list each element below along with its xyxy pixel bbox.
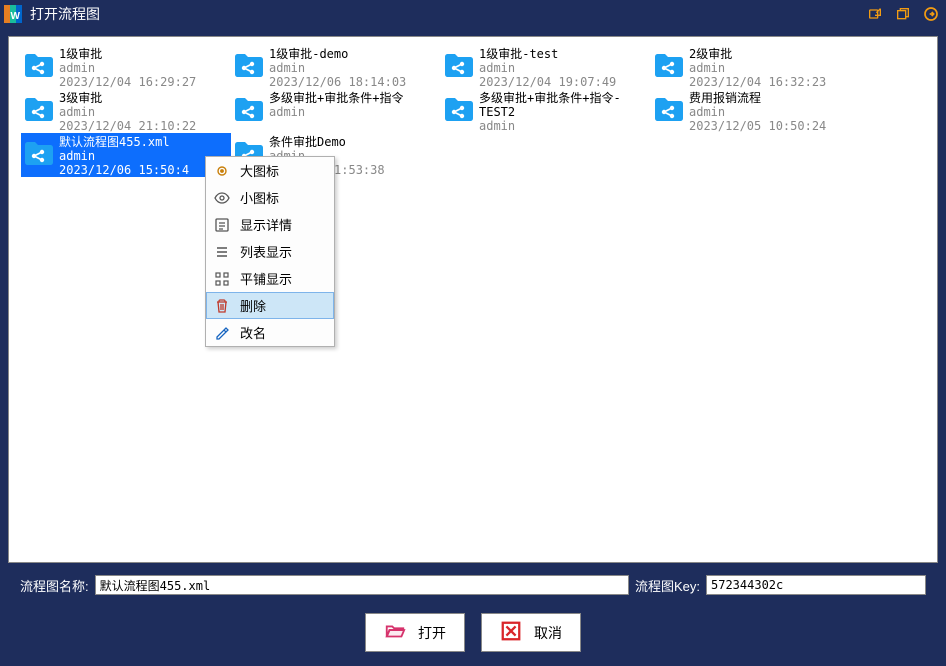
context-menu-item[interactable]: 显示详情: [206, 211, 334, 238]
file-date: 2023/12/06 18:14:03: [269, 75, 406, 89]
trash-icon: [214, 298, 230, 314]
file-grid: 1级审批admin2023/12/04 16:29:271级审批-demoadm…: [21, 45, 925, 177]
context-menu-label: 显示详情: [240, 215, 292, 234]
context-menu-label: 大图标: [240, 161, 279, 180]
file-date: 2023/12/04 16:32:23: [689, 75, 826, 89]
file-item[interactable]: 费用报销流程admin2023/12/05 10:50:24: [651, 89, 861, 133]
file-item[interactable]: 3级审批admin2023/12/04 21:10:22: [21, 89, 231, 133]
close-button[interactable]: [920, 3, 942, 25]
file-item[interactable]: 默认流程图455.xmladmin2023/12/06 15:50:4: [21, 133, 231, 177]
file-name: 默认流程图455.xml: [59, 135, 189, 149]
file-date: 2023/12/04 19:07:49: [479, 75, 616, 89]
file-name: 1级审批: [59, 47, 196, 61]
file-user: admin: [689, 61, 826, 75]
file-texts: 1级审批-demoadmin2023/12/06 18:14:03: [269, 47, 406, 89]
window-title: 打开流程图: [30, 4, 864, 24]
key-input[interactable]: [706, 575, 926, 595]
file-texts: 多级审批+审批条件+指令-TEST2admin: [479, 91, 649, 133]
context-menu-label: 列表显示: [240, 242, 292, 261]
context-menu-item[interactable]: 删除: [206, 292, 334, 319]
folder-share-icon: [653, 49, 685, 81]
file-user: admin: [479, 61, 616, 75]
file-item[interactable]: 1级审批-testadmin2023/12/04 19:07:49: [441, 45, 651, 89]
file-texts: 多级审批+审批条件+指令admin: [269, 91, 403, 119]
file-name: 1级审批-test: [479, 47, 616, 61]
file-texts: 默认流程图455.xmladmin2023/12/06 15:50:4: [59, 135, 189, 177]
window-controls: [864, 3, 942, 25]
folder-share-icon: [233, 49, 265, 81]
context-menu-label: 小图标: [240, 188, 279, 207]
tiles-icon: [214, 271, 230, 287]
file-user: admin: [479, 119, 649, 133]
file-texts: 费用报销流程admin2023/12/05 10:50:24: [689, 91, 826, 133]
cancel-icon: [500, 620, 522, 645]
context-menu-item[interactable]: 大图标: [206, 157, 334, 184]
folder-open-icon: [384, 620, 406, 645]
context-menu-item[interactable]: 列表显示: [206, 238, 334, 265]
file-name: 条件审批Demo: [269, 135, 385, 149]
folder-share-icon: [233, 93, 265, 125]
context-menu: 大图标小图标显示详情列表显示平铺显示删除改名: [205, 156, 335, 347]
name-label: 流程图名称:: [20, 576, 89, 595]
file-item[interactable]: 1级审批admin2023/12/04 16:29:27: [21, 45, 231, 89]
file-date: 2023/12/05 10:50:24: [689, 119, 826, 133]
folder-share-icon: [653, 93, 685, 125]
cancel-button[interactable]: 取消: [481, 613, 581, 652]
file-texts: 3级审批admin2023/12/04 21:10:22: [59, 91, 196, 133]
file-user: admin: [59, 149, 189, 163]
maximize-button[interactable]: [892, 3, 914, 25]
open-button-label: 打开: [418, 623, 446, 643]
eye-icon: [214, 190, 230, 206]
file-texts: 1级审批-testadmin2023/12/04 19:07:49: [479, 47, 616, 89]
file-user: admin: [689, 105, 826, 119]
details-icon: [214, 217, 230, 233]
file-list-area: 1级审批admin2023/12/04 16:29:271级审批-demoadm…: [8, 36, 938, 563]
file-name: 1级审批-demo: [269, 47, 406, 61]
file-user: admin: [269, 105, 403, 119]
minimize-button[interactable]: [864, 3, 886, 25]
file-item[interactable]: 多级审批+审批条件+指令-TEST2admin: [441, 89, 651, 133]
context-menu-label: 删除: [240, 296, 266, 315]
file-name: 3级审批: [59, 91, 196, 105]
cancel-button-label: 取消: [534, 623, 562, 643]
file-date: 2023/12/04 16:29:27: [59, 75, 196, 89]
app-logo: W: [4, 5, 22, 23]
file-texts: 1级审批admin2023/12/04 16:29:27: [59, 47, 196, 89]
titlebar: W 打开流程图: [0, 0, 946, 28]
fields-row: 流程图名称: 流程图Key:: [8, 571, 938, 603]
file-date: 2023/12/06 15:50:4: [59, 163, 189, 177]
file-item[interactable]: 1级审批-demoadmin2023/12/06 18:14:03: [231, 45, 441, 89]
file-item[interactable]: 多级审批+审批条件+指令admin: [231, 89, 441, 133]
context-menu-item[interactable]: 平铺显示: [206, 265, 334, 292]
open-button[interactable]: 打开: [365, 613, 465, 652]
folder-share-icon: [443, 93, 475, 125]
folder-share-icon: [23, 93, 55, 125]
file-name: 多级审批+审批条件+指令-TEST2: [479, 91, 649, 119]
large-icons-icon: [214, 163, 230, 179]
key-label: 流程图Key:: [635, 576, 700, 595]
file-user: admin: [59, 105, 196, 119]
action-buttons: 打开 取消: [8, 603, 938, 658]
file-date: 2023/12/04 21:10:22: [59, 119, 196, 133]
file-name: 多级审批+审批条件+指令: [269, 91, 403, 105]
context-menu-label: 平铺显示: [240, 269, 292, 288]
list-icon: [214, 244, 230, 260]
content-area: 1级审批admin2023/12/04 16:29:271级审批-demoadm…: [0, 28, 946, 666]
context-menu-item[interactable]: 小图标: [206, 184, 334, 211]
file-user: admin: [269, 61, 406, 75]
name-input[interactable]: [95, 575, 629, 595]
context-menu-item[interactable]: 改名: [206, 319, 334, 346]
context-menu-label: 改名: [240, 323, 266, 342]
folder-share-icon: [443, 49, 475, 81]
folder-share-icon: [23, 49, 55, 81]
file-item[interactable]: 2级审批admin2023/12/04 16:32:23: [651, 45, 861, 89]
file-user: admin: [59, 61, 196, 75]
file-name: 2级审批: [689, 47, 826, 61]
file-texts: 2级审批admin2023/12/04 16:32:23: [689, 47, 826, 89]
folder-share-icon: [23, 137, 55, 169]
file-name: 费用报销流程: [689, 91, 826, 105]
rename-icon: [214, 325, 230, 341]
